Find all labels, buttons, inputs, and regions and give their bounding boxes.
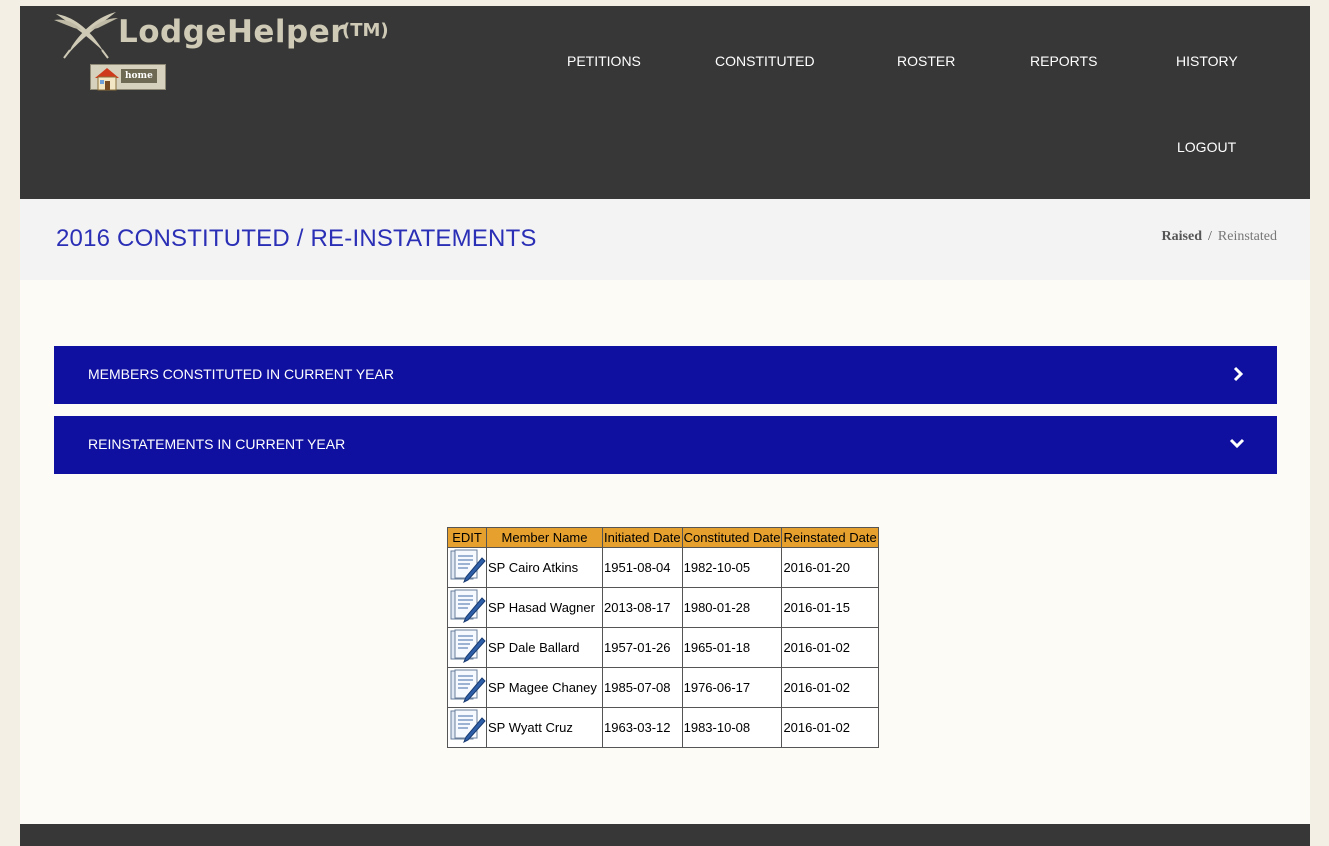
breadcrumb-separator: / — [1208, 229, 1212, 244]
reinstated-date-cell: 2016-01-02 — [781, 627, 879, 668]
nav-reports[interactable]: REPORTS — [1030, 53, 1097, 69]
breadcrumb-reinstated: Reinstated — [1217, 229, 1277, 244]
edit-document-icon[interactable] — [448, 668, 486, 704]
member-name-cell: SP Cairo Atkins — [486, 547, 603, 588]
constituted-date-cell: 1965-01-18 — [681, 627, 783, 668]
member-name-cell: SP Magee Chaney — [486, 667, 603, 708]
page: LodgeHelper (TM) home PETITIONS CONSTITU… — [20, 6, 1310, 846]
table-row: SP Magee Chaney 1985-07-08 1976-06-17 20… — [447, 667, 879, 708]
reinstated-date-cell: 2016-01-15 — [781, 587, 879, 628]
constituted-date-cell: 1976-06-17 — [681, 667, 783, 708]
nav-logout[interactable]: LOGOUT — [1177, 139, 1236, 155]
page-header: 2016 CONSTITUTED / RE-INSTATEMENTS Raise… — [20, 199, 1310, 280]
initiated-date-cell: 1985-07-08 — [602, 667, 683, 708]
col-initiated-date: Initiated Date — [602, 527, 683, 548]
constituted-date-cell: 1983-10-08 — [681, 707, 783, 748]
initiated-date-cell: 1957-01-26 — [602, 627, 683, 668]
home-label: home — [121, 69, 157, 83]
edit-cell[interactable] — [447, 667, 487, 708]
site-header: LodgeHelper (TM) home PETITIONS CONSTITU… — [20, 6, 1310, 199]
reinstated-date-cell: 2016-01-02 — [781, 707, 879, 748]
edit-document-icon[interactable] — [448, 708, 486, 744]
chevron-down-icon — [1229, 438, 1245, 449]
member-name-cell: SP Dale Ballard — [486, 627, 603, 668]
member-name-cell: SP Wyatt Cruz — [486, 707, 603, 748]
col-member-name: Member Name — [486, 527, 603, 548]
edit-cell[interactable] — [447, 587, 487, 628]
edit-document-icon[interactable] — [448, 588, 486, 624]
initiated-date-cell: 2013-08-17 — [602, 587, 683, 628]
table-row: SP Cairo Atkins 1951-08-04 1982-10-05 20… — [447, 547, 879, 588]
panel-members-constituted[interactable]: MEMBERS CONSTITUTED IN CURRENT YEAR — [54, 346, 1277, 404]
nav-history[interactable]: HISTORY — [1176, 53, 1238, 69]
initiated-date-cell: 1963-03-12 — [602, 707, 683, 748]
crossed-quills-icon — [54, 12, 118, 59]
house-icon — [95, 68, 119, 91]
col-edit: EDIT — [447, 527, 487, 548]
edit-cell[interactable] — [447, 627, 487, 668]
edit-document-icon[interactable] — [448, 628, 486, 664]
panel-reinstatements[interactable]: REINSTATEMENTS IN CURRENT YEAR — [54, 416, 1277, 474]
page-title: 2016 CONSTITUTED / RE-INSTATEMENTS — [56, 225, 537, 252]
col-constituted-date: Constituted Date — [681, 527, 783, 548]
chevron-right-icon — [1233, 366, 1244, 382]
reinstatements-table: EDIT Member Name Initiated Date Constitu… — [447, 527, 879, 748]
site-footer — [20, 824, 1310, 846]
table-row: SP Dale Ballard 1957-01-26 1965-01-18 20… — [447, 627, 879, 668]
nav-petitions[interactable]: PETITIONS — [567, 53, 641, 69]
table-row: SP Hasad Wagner 2013-08-17 1980-01-28 20… — [447, 587, 879, 628]
home-button[interactable]: home — [90, 64, 166, 91]
panel-title: REINSTATEMENTS IN CURRENT YEAR — [88, 436, 346, 452]
reinstated-date-cell: 2016-01-02 — [781, 667, 879, 708]
edit-cell[interactable] — [447, 707, 487, 748]
nav-roster[interactable]: ROSTER — [897, 53, 955, 69]
col-reinstated-date: Reinstated Date — [781, 527, 879, 548]
breadcrumb-raised[interactable]: Raised — [1162, 229, 1202, 244]
table-row: SP Wyatt Cruz 1963-03-12 1983-10-08 2016… — [447, 707, 879, 748]
nav-constituted[interactable]: CONSTITUTED — [715, 53, 815, 69]
table-header-row: EDIT Member Name Initiated Date Constitu… — [447, 527, 879, 548]
scroll-rail — [1317, 0, 1329, 846]
panel-title: MEMBERS CONSTITUTED IN CURRENT YEAR — [88, 366, 394, 382]
member-name-cell: SP Hasad Wagner — [486, 587, 603, 628]
edit-document-icon[interactable] — [448, 548, 486, 584]
brand-name: LodgeHelper — [118, 14, 347, 50]
edit-cell[interactable] — [447, 547, 487, 588]
constituted-date-cell: 1980-01-28 — [681, 587, 783, 628]
site-logo[interactable]: LodgeHelper (TM) home — [52, 6, 452, 96]
reinstated-date-cell: 2016-01-20 — [781, 547, 879, 588]
constituted-date-cell: 1982-10-05 — [681, 547, 783, 588]
brand-trademark: (TM) — [342, 20, 389, 41]
breadcrumb: Raised / Reinstated — [1162, 229, 1277, 245]
initiated-date-cell: 1951-08-04 — [602, 547, 683, 588]
